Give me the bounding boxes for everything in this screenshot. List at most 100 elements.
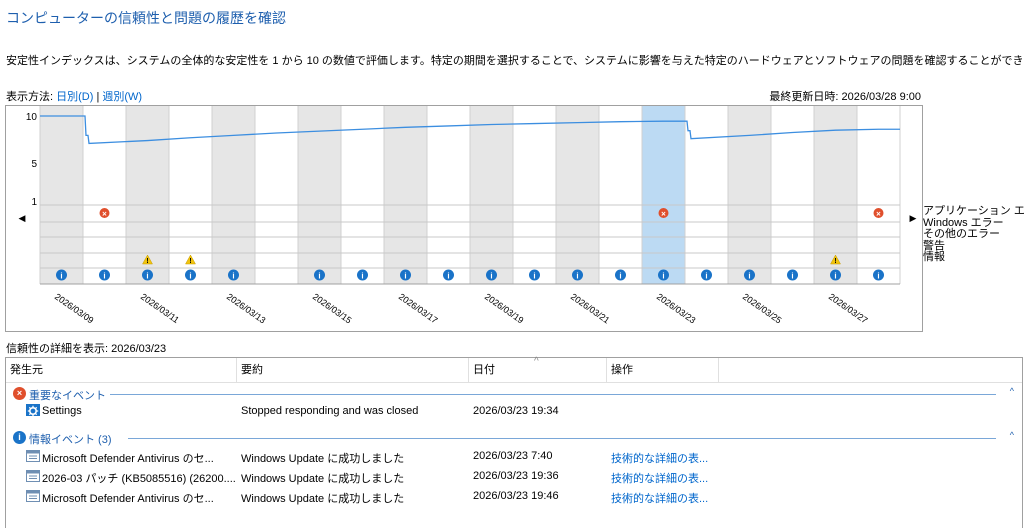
row-summary: Stopped responding and was closed xyxy=(241,405,419,417)
info-icon-glyph: i xyxy=(60,272,62,281)
group-divider xyxy=(128,438,996,439)
scroll-right-button[interactable]: ▶ xyxy=(904,106,922,331)
settings-icon xyxy=(26,404,40,416)
view-by: 表示方法: 日別(D) | 週別(W) xyxy=(6,88,142,104)
col-summary[interactable]: 要約 xyxy=(237,358,469,382)
view-daily-link[interactable]: 日別(D) xyxy=(56,91,93,103)
collapse-icon[interactable]: ^ xyxy=(1010,430,1014,440)
info-icon-glyph: i xyxy=(791,272,793,281)
date-label: 2026/03/13 xyxy=(225,291,268,325)
row-source: 2026-03 パッチ (KB5085516) (26200.... xyxy=(42,473,236,485)
sort-up-icon: ^ xyxy=(534,356,539,367)
view-by-label: 表示方法: xyxy=(6,91,54,103)
day-column[interactable] xyxy=(470,106,513,284)
day-column[interactable] xyxy=(513,106,556,284)
row-date: 2026/03/23 7:40 xyxy=(473,450,553,462)
day-column[interactable] xyxy=(427,106,470,284)
technical-details-link[interactable]: 技術的な詳細の表... xyxy=(611,490,708,506)
warning-icon-glyph: ! xyxy=(146,258,148,265)
col-action[interactable]: 操作 xyxy=(607,358,719,382)
chart-svg[interactable]: 1051× × ×!! !i i i i i i i i i i i i i i i i i i i2026/03/09 2… xyxy=(6,106,922,331)
date-label: 2026/03/09 xyxy=(53,291,96,325)
error-icon: × xyxy=(13,387,26,400)
info-icon-glyph: i xyxy=(361,272,363,281)
date-label: 2026/03/23 xyxy=(655,291,698,325)
info-icon-glyph: i xyxy=(490,272,492,281)
table-row[interactable]: Microsoft Defender Antivirus のセ... Windo… xyxy=(6,448,1022,466)
date-label: 2026/03/11 xyxy=(139,291,181,325)
reliability-chart[interactable]: 10 5 1 × × ×!!! i i i i i i i i i i i i i i i i i i i 2026/03/09 2… xyxy=(5,105,923,332)
day-column[interactable] xyxy=(40,106,83,284)
row-date: 2026/03/23 19:36 xyxy=(473,470,559,482)
info-icon-glyph: i xyxy=(619,272,621,281)
day-column[interactable] xyxy=(83,106,126,284)
day-column[interactable] xyxy=(341,106,384,284)
technical-details-link[interactable]: 技術的な詳細の表... xyxy=(611,450,708,466)
detail-label: 信頼性の詳細を表示: 2026/03/23 xyxy=(6,343,167,355)
info-icon-glyph: i xyxy=(189,272,191,281)
date-label: 2026/03/19 xyxy=(483,291,526,325)
table-row[interactable]: Microsoft Defender Antivirus のセ... Windo… xyxy=(6,488,1022,506)
warning-icon-glyph: ! xyxy=(189,258,191,265)
day-column[interactable] xyxy=(728,106,771,284)
table-header: 発生元 要約 日付 操作 ^ xyxy=(6,356,1022,383)
window-icon xyxy=(26,470,40,482)
table-row[interactable]: Settings Stopped responding and was clos… xyxy=(6,403,1022,421)
info-icon-glyph: i xyxy=(748,272,750,281)
date-label: 2026/03/27 xyxy=(827,291,870,325)
row-summary: Windows Update に成功しました xyxy=(241,473,405,485)
window-icon xyxy=(26,490,40,502)
day-column[interactable] xyxy=(642,106,685,284)
error-icon-glyph: × xyxy=(661,210,666,219)
info-icon-glyph: i xyxy=(662,272,664,281)
day-column[interactable] xyxy=(298,106,341,284)
row-summary: Windows Update に成功しました xyxy=(241,453,405,465)
row-summary: Windows Update に成功しました xyxy=(241,493,405,505)
group-divider xyxy=(110,394,996,395)
info-icon-glyph: i xyxy=(232,272,234,281)
day-column[interactable] xyxy=(685,106,728,284)
day-column[interactable] xyxy=(384,106,427,284)
legend-other-errors: その他のエラー xyxy=(923,228,1000,240)
details-table: 発生元 要約 日付 操作 ^ × 重要なイベント ^ Settings Stop… xyxy=(5,356,1023,528)
day-column[interactable] xyxy=(556,106,599,284)
row-date: 2026/03/23 19:46 xyxy=(473,490,559,502)
technical-details-link[interactable]: 技術的な詳細の表... xyxy=(611,470,708,486)
row-source: Settings xyxy=(42,405,82,417)
group-info[interactable]: i 情報イベント (3) ^ xyxy=(6,429,1022,446)
group-critical[interactable]: × 重要なイベント ^ xyxy=(6,385,1022,402)
day-column[interactable] xyxy=(212,106,255,284)
view-weekly-link[interactable]: 週別(W) xyxy=(102,91,142,103)
table-row[interactable]: 2026-03 パッチ (KB5085516) (26200.... Windo… xyxy=(6,468,1022,486)
info-icon-glyph: i xyxy=(705,272,707,281)
legend-information: 情報 xyxy=(923,251,945,263)
date-label: 2026/03/25 xyxy=(741,291,784,325)
row-date: 2026/03/23 19:34 xyxy=(473,405,559,417)
info-icon-glyph: i xyxy=(146,272,148,281)
view-separator: | xyxy=(96,91,100,103)
info-icon-glyph: i xyxy=(576,272,578,281)
day-column[interactable] xyxy=(599,106,642,284)
page-title: コンピューターの信頼性と問題の履歴を確認 xyxy=(6,10,286,26)
info-icon: i xyxy=(13,431,26,444)
warning-icon-glyph: ! xyxy=(834,258,836,265)
info-icon-glyph: i xyxy=(877,272,879,281)
collapse-icon[interactable]: ^ xyxy=(1010,386,1014,396)
last-updated: 最終更新日時: 2026/03/28 9:00 xyxy=(769,91,921,103)
info-icon-glyph: i xyxy=(103,272,105,281)
col-source[interactable]: 発生元 xyxy=(6,358,237,382)
group-info-label: 情報イベント (3) xyxy=(29,434,112,446)
page-description: 安定性インデックスは、システムの全体的な安定性を 1 から 10 の数値で評価し… xyxy=(6,55,1024,67)
error-icon-glyph: × xyxy=(876,210,881,219)
info-icon-glyph: i xyxy=(404,272,406,281)
chart-legend: アプリケーション エラー Windows エラー その他のエラー 警告 情報 xyxy=(923,205,1024,264)
info-icon-glyph: i xyxy=(447,272,449,281)
error-icon-glyph: × xyxy=(102,210,107,219)
group-critical-label: 重要なイベント xyxy=(29,390,106,402)
window-icon xyxy=(26,450,40,462)
date-label: 2026/03/21 xyxy=(569,291,612,325)
scroll-left-button[interactable]: ◀ xyxy=(6,106,38,331)
row-source: Microsoft Defender Antivirus のセ... xyxy=(42,493,214,505)
day-column[interactable] xyxy=(857,106,900,284)
info-icon-glyph: i xyxy=(318,272,320,281)
